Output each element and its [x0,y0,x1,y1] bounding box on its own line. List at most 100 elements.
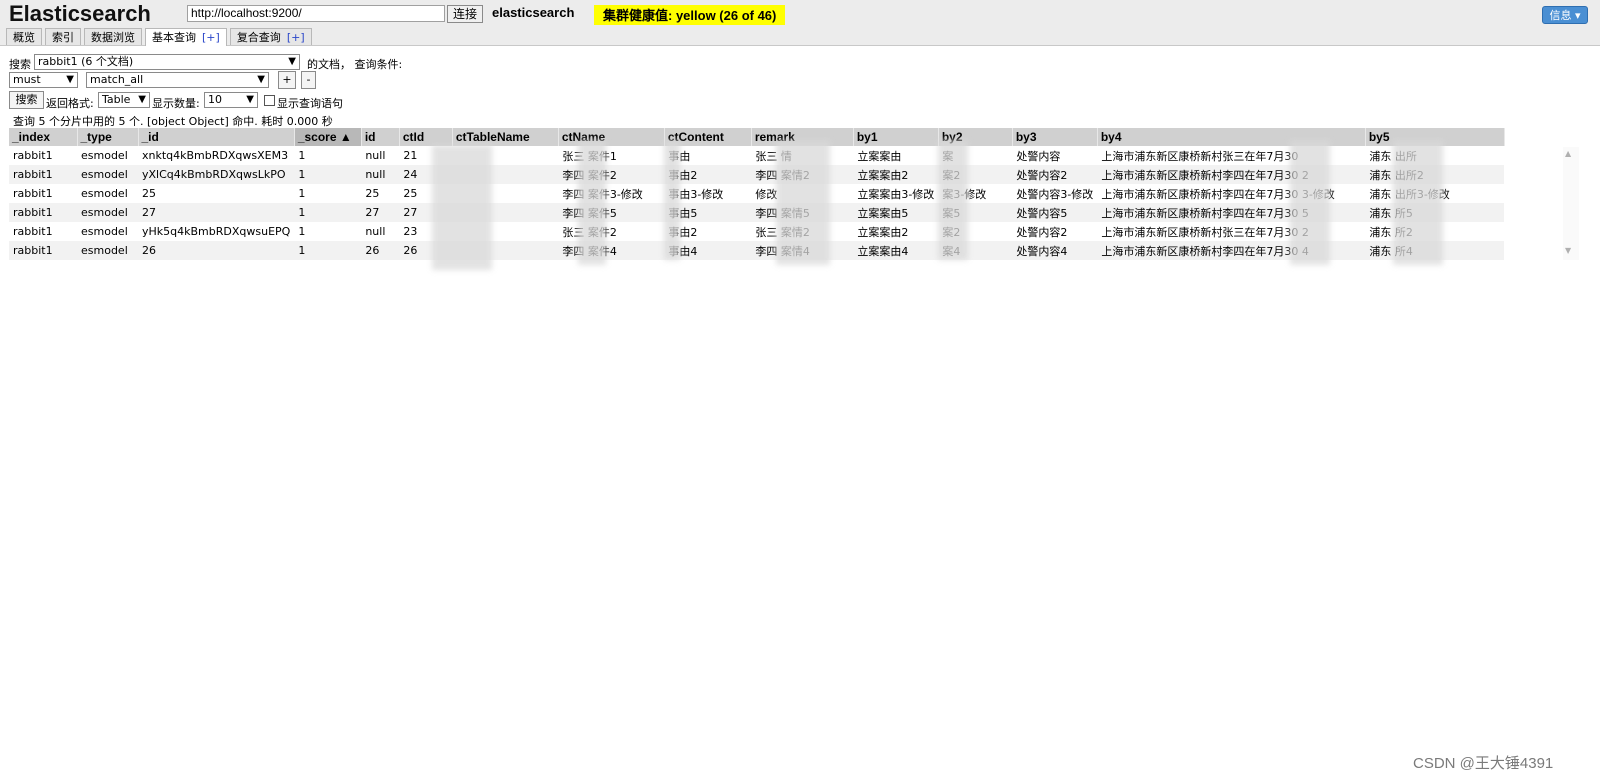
column-header[interactable]: ctTableName [452,128,559,146]
chevron-down-icon: ▼ [257,74,265,85]
redaction-blur [432,145,492,270]
table-cell: 1 [294,165,362,184]
connect-button[interactable]: 连接 [447,5,484,23]
table-cell: 李四 案件5 [558,203,665,222]
column-header[interactable]: by1 [853,128,939,146]
top-bar: Elasticsearch http://localhost:9200/ 连接 … [0,0,1600,46]
info-menu-button[interactable]: 信息 ▾ [1542,6,1588,24]
watermark: CSDN @王大锤4391 [1413,755,1554,772]
tab-plus[interactable]: [+] [202,31,220,44]
tab-browser[interactable]: 数据浏览 [84,28,142,45]
doc-suffix-label: 的文档， 查询条件: [307,58,403,71]
clause-select[interactable]: match_all ▼ [86,72,269,88]
table-cell: rabbit1 [9,203,77,222]
table-cell: 26 [361,241,400,260]
table-cell: 1 [298,187,306,200]
column-header[interactable]: ctId [399,128,453,146]
tab-label: 复合查询 [236,31,281,44]
table-cell: 李四 案件2 [558,165,665,184]
table-cell: null [361,165,400,184]
table-cell: rabbit1 [9,241,77,260]
cluster-health-badge: 集群健康值: yellow (26 of 46) [594,5,786,25]
results-table: _index _type _id _score ▲ id ctId ctTableName c… [9,128,1505,260]
table-cell: rabbit1 [13,225,53,238]
column-header[interactable]: _type [77,128,139,146]
app-logo: Elasticsearch [9,1,151,26]
bool-select-value: must [13,73,41,86]
table-cell: esmodel [77,165,138,184]
table-cell: rabbit1 [13,149,53,162]
table-cell: 1 [298,149,306,162]
table-cell: 李四 案件4 [558,241,665,260]
table-cell: 立案案由2 [853,165,939,184]
size-select-value: 10 [208,93,222,106]
index-select-value: rabbit1 (6 个文档) [38,55,134,68]
table-header-row: _index _type _id _score ▲ id ctId ctTableName c… [9,128,1505,146]
tab-basic-query[interactable]: 基本查询 [+] [145,28,227,46]
table-row[interactable]: rabbit1 esmodel xnktq4kBmbRDXqwsXEM3 1 null 2… [9,146,1504,165]
tab-overview[interactable]: 概览 [6,28,42,45]
tab-plus[interactable]: [+] [287,31,305,44]
table-cell: 处警内容5 [1012,203,1098,222]
format-label: 返回格式: [46,97,94,110]
redaction-blur [578,140,606,265]
table-scrollbar[interactable]: ▲ ▼ [1563,147,1579,260]
redaction-blur [938,140,968,260]
table-cell: rabbit1 [13,187,53,200]
table-row[interactable]: rabbit1 esmodel 25 1 25 25 李四 案件3-修改 事由3-修改 修改 立案… [9,184,1504,203]
size-select[interactable]: 10 ▼ [204,92,258,108]
table-cell: rabbit1 [9,165,77,184]
search-button[interactable]: 搜索 [9,91,44,109]
tab-indices[interactable]: 索引 [45,28,81,45]
table-cell: 立案案由4 [853,241,939,260]
redaction-blur [664,140,680,260]
search-label: 搜索 [9,58,31,71]
table-cell: 张三 案件1 [562,149,617,163]
tab-compound-query[interactable]: 复合查询 [+] [229,28,312,45]
redaction-blur [776,140,830,265]
chevron-down-icon: ▼ [246,94,254,105]
tab-label: 概览 [13,31,35,44]
table-cell: 27 [138,203,295,222]
table-row[interactable]: rabbit1esmodel2712727李四 案件5事由5李四 案情5立案案由… [9,203,1505,222]
cluster-url-input[interactable]: http://localhost:9200/ [187,5,445,22]
column-header[interactable]: _id [138,128,295,146]
table-cell: 立案案由5 [853,203,939,222]
column-header[interactable]: ctName [558,128,665,146]
table-cell: esmodel [77,203,138,222]
table-cell: 1 [298,225,306,238]
table-cell: esmodel [77,241,138,260]
add-clause-button[interactable]: + [278,71,296,89]
show-query-label: 显示查询语句 [277,97,343,110]
format-select[interactable]: Table ▼ [98,92,150,108]
scroll-up-icon[interactable]: ▲ [1565,149,1571,158]
column-header[interactable]: by3 [1012,128,1098,146]
index-select[interactable]: rabbit1 (6 个文档) ▼ [34,54,300,70]
table-cell: 处警内容2 [1016,225,1068,239]
table-cell: 处警内容3-修改 [1016,187,1094,201]
table-cell: xnktq4kBmbRDXqwsXEM3 [142,149,289,162]
table-row[interactable]: rabbit1 esmodel yHk5q4kBmbRDXqwsuEPQ 1 null 2… [9,222,1504,241]
tab-label: 基本查询 [152,31,196,44]
chevron-down-icon: ▼ [138,94,146,105]
table-cell: yHk5q4kBmbRDXqwsuEPQ [142,225,291,238]
redaction-blur [1393,140,1443,265]
table-cell: esmodel [81,149,128,162]
chevron-down-icon: ▼ [288,56,296,67]
table-row[interactable]: rabbit1esmodel2612626李四 案件4事由4李四 案情4立案案由… [9,241,1505,260]
bool-select[interactable]: must ▼ [9,72,78,88]
table-cell: 25 [142,187,156,200]
column-header[interactable]: id [361,128,400,146]
scroll-down-icon[interactable]: ▼ [1565,246,1571,255]
table-cell: 处警内容2 [1012,165,1098,184]
column-header[interactable]: _index [9,128,78,146]
column-header[interactable]: _score ▲ [294,128,362,146]
show-query-checkbox[interactable] [264,95,275,106]
table-cell: 处警内容 [1016,149,1061,163]
table-cell: 25 [365,187,380,200]
remove-clause-button[interactable]: - [301,71,316,89]
table-cell: 26 [138,241,295,260]
tab-bar: 概览 索引 数据浏览 基本查询 [+] 复合查询 [+] [6,28,315,46]
table-row[interactable]: rabbit1 esmodel yXlCq4kBmbRDXqwsLkPO 1 null 2… [9,165,1505,184]
cluster-name: elasticsearch [492,5,575,20]
